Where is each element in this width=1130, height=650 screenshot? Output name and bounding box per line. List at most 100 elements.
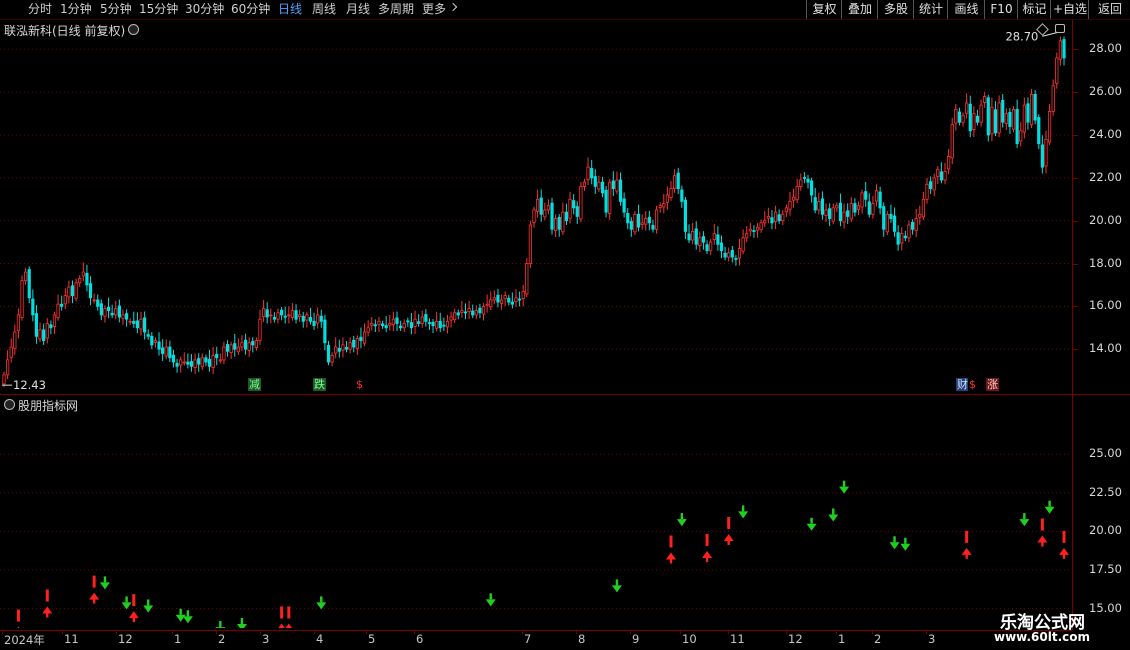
- candle-body: [640, 222, 644, 225]
- toolbar-item-1[interactable]: 1分钟: [60, 0, 92, 19]
- toolbar-button-3[interactable]: 统计: [913, 0, 948, 19]
- toolbar-button-6[interactable]: 标记: [1017, 0, 1051, 19]
- candle-body: [975, 115, 980, 123]
- event-badge-5[interactable]: 涨: [986, 378, 999, 391]
- candle-body: [355, 338, 359, 349]
- candle-body: [550, 202, 554, 230]
- candle-body: [164, 346, 168, 357]
- candle-body: [831, 207, 835, 222]
- candle-body: [45, 323, 49, 339]
- candle-body: [564, 211, 569, 222]
- candle-body: [56, 303, 60, 318]
- indicator-panel[interactable]: 股朋指标网: [0, 396, 1072, 628]
- candle-body: [463, 311, 468, 314]
- date-tick-mark: [680, 630, 681, 634]
- candle-body: [352, 339, 356, 348]
- sell-arrow-icon: [738, 511, 749, 519]
- date-tick-mark: [872, 630, 873, 634]
- candle-body: [626, 213, 630, 224]
- candle-body: [928, 181, 933, 189]
- toolbar-item-8[interactable]: 月线: [346, 0, 370, 19]
- candle-body: [157, 341, 161, 350]
- event-badge-2[interactable]: $: [355, 378, 364, 391]
- sell-arrow-stem: [489, 593, 492, 600]
- candle-body: [88, 283, 93, 299]
- toolbar-button-2[interactable]: 多股: [877, 0, 914, 19]
- candle-body: [979, 104, 983, 123]
- candle-body: [366, 327, 370, 333]
- candle-body: [269, 314, 273, 317]
- event-badge-0[interactable]: 减: [248, 378, 261, 391]
- candle-body: [925, 183, 929, 200]
- toolbar-button-0[interactable]: 复权: [806, 0, 842, 19]
- candle-body: [326, 344, 331, 363]
- candle-body: [654, 209, 659, 230]
- chevron-right-icon[interactable]: [448, 2, 458, 12]
- candle-body: [536, 198, 540, 212]
- sell-arrow-icon: [236, 624, 247, 628]
- candle-body: [889, 213, 893, 219]
- toolbar-item-4[interactable]: 30分钟: [185, 0, 224, 19]
- event-badge-4[interactable]: $: [968, 378, 977, 391]
- candle-body: [265, 309, 269, 318]
- sell-arrow-stem: [186, 610, 190, 617]
- candle-body: [593, 176, 597, 187]
- candle-body: [788, 201, 792, 210]
- toolbar-item-7[interactable]: 周线: [312, 0, 336, 19]
- candle-body: [204, 357, 208, 363]
- toolbar-button-8[interactable]: 返回: [1088, 0, 1130, 19]
- candle-body: [492, 297, 496, 301]
- sell-arrow-stem: [240, 618, 244, 624]
- buy-arrow-icon: [17, 626, 20, 628]
- buy-bar: [16, 609, 20, 622]
- price-tick-5: 18.00: [1089, 255, 1122, 270]
- candle-body: [337, 347, 341, 352]
- toolbar-item-6[interactable]: 日线: [278, 0, 302, 19]
- panel-toggle-icon[interactable]: [1055, 24, 1065, 33]
- date-tick-14: 12: [788, 632, 803, 646]
- toolbar-button-4[interactable]: 画线: [947, 0, 985, 19]
- sell-arrow-icon: [1019, 519, 1030, 527]
- sell-arrow-stem: [320, 596, 323, 603]
- candle-body: [773, 211, 778, 222]
- date-tick-mark: [260, 630, 261, 634]
- candle-body: [1044, 138, 1048, 167]
- candle-body: [575, 206, 579, 217]
- candle-body: [384, 325, 388, 329]
- buy-arrow-stem: [705, 556, 709, 562]
- sell-arrow-stem: [219, 621, 222, 628]
- date-tick-mark: [926, 630, 927, 634]
- toolbar-button-1[interactable]: 叠加: [841, 0, 878, 19]
- candle-body: [467, 308, 471, 312]
- date-tick-mark: [522, 630, 523, 634]
- candle-body: [752, 230, 756, 232]
- candle-body: [557, 216, 561, 230]
- candle-body: [74, 282, 78, 299]
- candle-body: [1001, 99, 1005, 123]
- candle-body: [319, 315, 323, 322]
- candle-body: [78, 278, 82, 284]
- toolbar-item-2[interactable]: 5分钟: [100, 0, 132, 19]
- candle-body: [161, 347, 165, 354]
- candle-body: [748, 228, 752, 232]
- indicator-chart: [0, 453, 1072, 628]
- toolbar-item-10[interactable]: 更多: [422, 0, 446, 19]
- toolbar-item-3[interactable]: 15分钟: [139, 0, 178, 19]
- candle-body: [1004, 113, 1008, 124]
- date-tick-mark: [2, 630, 3, 634]
- price-tick-2: 24.00: [1089, 127, 1122, 142]
- toolbar-item-0[interactable]: 分时: [28, 0, 52, 19]
- candle-body: [1022, 104, 1026, 133]
- main-chart-panel[interactable]: 联泓新科(日线 前复权) 28.70 12.43: [0, 20, 1072, 394]
- candle-body: [236, 346, 240, 353]
- candle-body: [983, 96, 987, 103]
- toolbar-button-5[interactable]: F10: [984, 0, 1018, 19]
- candle-body: [99, 303, 103, 316]
- candle-body: [362, 331, 367, 344]
- event-badge-1[interactable]: 跌: [313, 378, 326, 391]
- toolbar-item-5[interactable]: 60分钟: [231, 0, 270, 19]
- toolbar-button-7[interactable]: +自选: [1050, 0, 1089, 19]
- candle-body: [568, 198, 572, 219]
- toolbar-item-9[interactable]: 多周期: [378, 0, 414, 19]
- candle-body: [864, 191, 868, 200]
